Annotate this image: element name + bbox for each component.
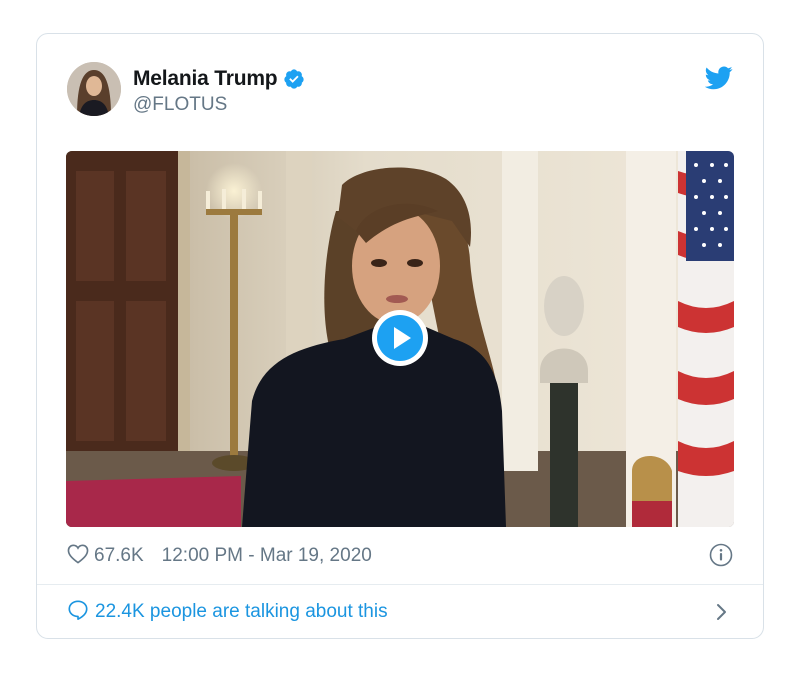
tweet-meta: 67.6K 12:00 PM - Mar 19, 2020 [67,542,733,570]
tweet-header: Melania Trump @FLOTUS [67,62,733,118]
author-handle[interactable]: @FLOTUS [133,94,305,116]
like-count: 67.6K [94,545,144,566]
conversation-link[interactable]: 22.4K people are talking about this [67,598,733,626]
like-button[interactable]: 67.6K [67,544,144,569]
verified-badge-icon [283,68,305,90]
tweet-video[interactable] [66,151,734,527]
author-display-name[interactable]: Melania Trump [133,67,278,91]
author-names: Melania Trump @FLOTUS [133,66,305,116]
speech-bubble-icon [67,599,89,626]
tweet-card: Melania Trump @FLOTUS 67.6K 12:00 PM - M… [36,33,764,639]
twitter-bird-icon[interactable] [704,66,733,90]
tweet-timestamp[interactable]: 12:00 PM - Mar 19, 2020 [162,545,372,567]
play-icon[interactable] [371,309,429,367]
chevron-right-icon[interactable] [715,602,729,622]
heart-icon [67,544,89,569]
avatar[interactable] [67,62,121,116]
divider [37,584,763,585]
conversation-text: 22.4K people are talking about this [95,601,388,622]
info-icon[interactable] [709,543,733,567]
